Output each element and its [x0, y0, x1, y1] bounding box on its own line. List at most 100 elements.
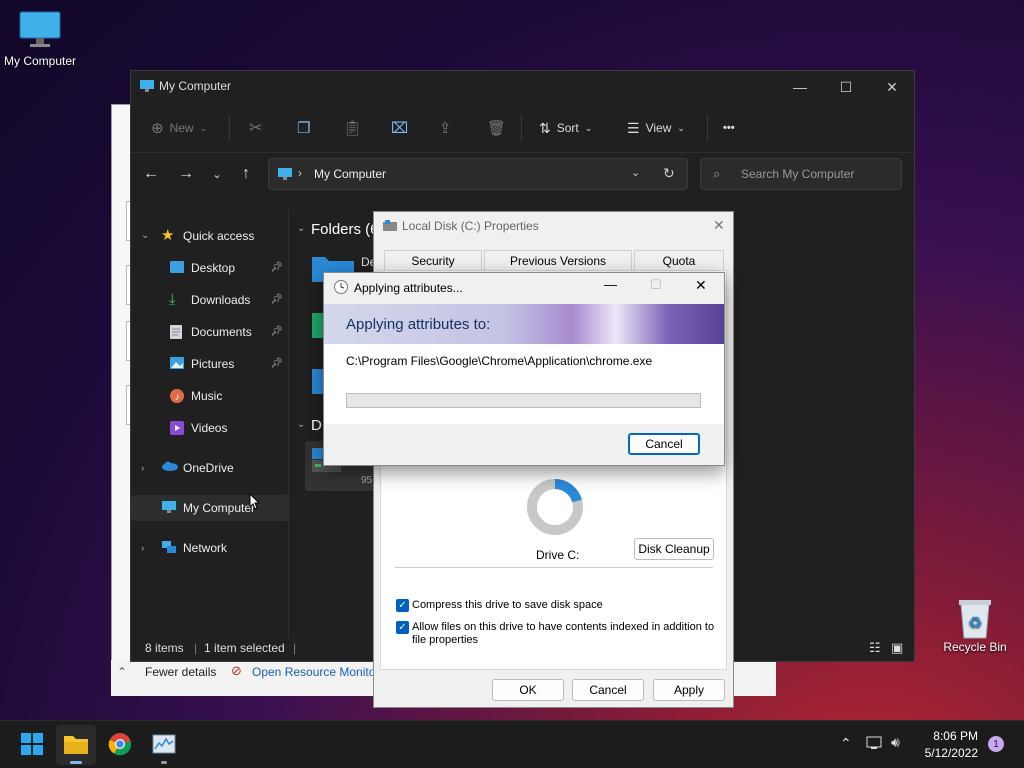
ok-button[interactable]: OK — [492, 679, 564, 701]
file-explorer-taskbar-button[interactable] — [56, 725, 96, 765]
apply-button[interactable]: Apply — [653, 679, 725, 701]
tab-security[interactable]: Security — [384, 250, 482, 270]
chevron-up-icon: ⌃ — [117, 665, 128, 679]
clipboard-icon: 📋︎ — [343, 120, 363, 137]
recycle-bin-icon: ♻ — [953, 596, 997, 639]
delete-button[interactable]: 🗑︎ — [487, 115, 506, 141]
refresh-icon[interactable]: ↻ — [663, 165, 675, 182]
checkbox-checked-icon[interactable]: ✓ — [396, 621, 409, 634]
pin-icon: 📌︎ — [270, 294, 283, 305]
devices-group-header[interactable]: D — [311, 417, 322, 434]
maximize-button[interactable]: ☐ — [823, 71, 869, 103]
nav-pictures[interactable]: Pictures 📌︎ — [131, 351, 289, 377]
chevron-down-icon[interactable]: ⌄ — [297, 223, 305, 234]
paste-button[interactable]: 📋︎ — [343, 115, 362, 141]
nav-label: Quick access — [183, 229, 255, 243]
tiles-view-icon[interactable]: ▣ — [891, 640, 903, 656]
index-files-row[interactable]: ✓ Allow files on this drive to have cont… — [396, 621, 716, 647]
music-icon: ♪ — [169, 388, 185, 404]
no-entry-icon: ⊘ — [231, 663, 242, 678]
copy-button[interactable]: ❐ — [297, 115, 310, 141]
chevron-down-icon[interactable]: ⌄ — [631, 166, 640, 179]
nav-network[interactable]: Network — [131, 535, 289, 561]
nav-music[interactable]: ♪ Music — [131, 383, 289, 409]
nav-my-computer[interactable]: My Computer — [131, 495, 289, 521]
new-button[interactable]: ⊕ New ⌄ — [151, 115, 207, 141]
compress-label: Compress this drive to save disk space — [412, 599, 603, 611]
cancel-button[interactable]: Cancel — [628, 433, 700, 455]
task-manager-icon — [152, 734, 176, 757]
nav-onedrive[interactable]: OneDrive — [131, 455, 289, 481]
nav-label: Videos — [191, 421, 228, 435]
network-status-icon[interactable] — [866, 735, 884, 754]
disk-usage-donut — [525, 477, 585, 540]
nav-videos[interactable]: Videos — [131, 415, 289, 441]
nav-downloads[interactable]: ⤓ Downloads 📌︎ — [131, 287, 289, 313]
rename-icon: ⌧ — [391, 120, 409, 137]
folders-group-header[interactable]: Folders (6 — [311, 221, 379, 238]
clock-date[interactable]: 5/12/2022 — [918, 746, 978, 760]
sort-button[interactable]: ⇅ Sort ⌄ — [539, 115, 592, 141]
back-button[interactable]: ← — [140, 165, 162, 183]
cancel-button[interactable]: Cancel — [572, 679, 644, 701]
nav-desktop[interactable]: Desktop 📌︎ — [131, 255, 289, 281]
clock-time[interactable]: 8:06 PM — [922, 729, 978, 743]
progress-bar — [346, 393, 701, 408]
up-button[interactable]: ↑ — [235, 165, 257, 183]
dialog-title: Applying attributes... — [354, 281, 463, 295]
start-button[interactable] — [12, 725, 52, 765]
view-button[interactable]: ☰ View ⌄ — [627, 115, 685, 141]
fewer-details-link[interactable]: Fewer details — [145, 665, 216, 679]
nav-label: Desktop — [191, 261, 236, 275]
tab-quota[interactable]: Quota — [634, 250, 724, 270]
desktop-icon-label: Recycle Bin — [943, 640, 1007, 654]
chevron-down-icon[interactable]: ⌄ — [297, 419, 305, 430]
desktop-icon-recycle-bin[interactable]: ♻ Recycle Bin — [935, 596, 1015, 654]
chevron-up-icon[interactable]: ⌃ — [840, 735, 852, 752]
disk-cleanup-button[interactable]: Disk Cleanup — [634, 538, 714, 560]
chevron-down-icon: ⌄ — [212, 169, 222, 181]
monitor-icon — [18, 10, 62, 50]
close-button[interactable]: ✕ — [695, 277, 707, 294]
path-area: C:\Program Files\Google\Chrome\Applicati… — [324, 344, 724, 424]
task-manager-taskbar-button[interactable] — [144, 725, 184, 765]
share-icon: ⇪ — [439, 120, 452, 137]
pin-icon: 📌︎ — [270, 326, 283, 337]
share-button[interactable]: ⇪ — [439, 115, 452, 141]
recent-locations-button[interactable]: ⌄ — [206, 168, 228, 181]
address-bar[interactable]: › My Computer ⌄ ↻ — [268, 158, 688, 190]
network-icon — [161, 540, 177, 556]
notification-badge[interactable]: 1 — [988, 736, 1004, 752]
close-button[interactable]: ✕ — [869, 71, 915, 103]
checkbox-checked-icon[interactable]: ✓ — [396, 599, 409, 612]
desktop-icon-my-computer[interactable]: My Computer — [0, 10, 80, 68]
sort-label: Sort — [556, 121, 579, 135]
details-view-icon[interactable]: ☷ — [869, 640, 881, 656]
nav-quick-access[interactable]: ★ Quick access — [131, 223, 289, 249]
cut-button[interactable]: ✂ — [249, 115, 262, 141]
forward-button[interactable]: → — [175, 165, 197, 183]
more-options-button[interactable]: ••• — [723, 115, 735, 141]
minimize-button[interactable]: — — [777, 71, 823, 103]
maximize-button[interactable]: ☐ — [650, 277, 662, 293]
chrome-taskbar-button[interactable] — [100, 725, 140, 765]
windows-logo-icon — [20, 732, 44, 759]
open-resource-monitor-link[interactable]: Open Resource Monito — [252, 665, 375, 679]
arrow-left-icon: ← — [143, 165, 159, 182]
nav-documents[interactable]: Documents 📌︎ — [131, 319, 289, 345]
chrome-icon — [108, 732, 132, 759]
nav-label: Documents — [191, 325, 252, 339]
chevron-down-icon: ⌄ — [677, 122, 685, 133]
cloud-icon — [161, 460, 178, 476]
breadcrumb-my-computer[interactable]: My Computer — [314, 167, 386, 181]
close-button[interactable]: ✕ — [713, 217, 725, 234]
search-box[interactable]: ⌕ Search My Computer — [700, 158, 902, 190]
compress-drive-row[interactable]: ✓ Compress this drive to save disk space — [396, 599, 716, 612]
rename-button[interactable]: ⌧ — [391, 115, 408, 141]
minimize-button[interactable]: — — [604, 277, 617, 292]
tab-previous-versions[interactable]: Previous Versions — [484, 250, 632, 270]
document-icon — [169, 324, 185, 340]
breadcrumb-chevron-icon: › — [298, 166, 302, 180]
pin-icon: 📌︎ — [270, 358, 283, 369]
volume-icon[interactable]: 🔊︎ — [891, 734, 900, 751]
